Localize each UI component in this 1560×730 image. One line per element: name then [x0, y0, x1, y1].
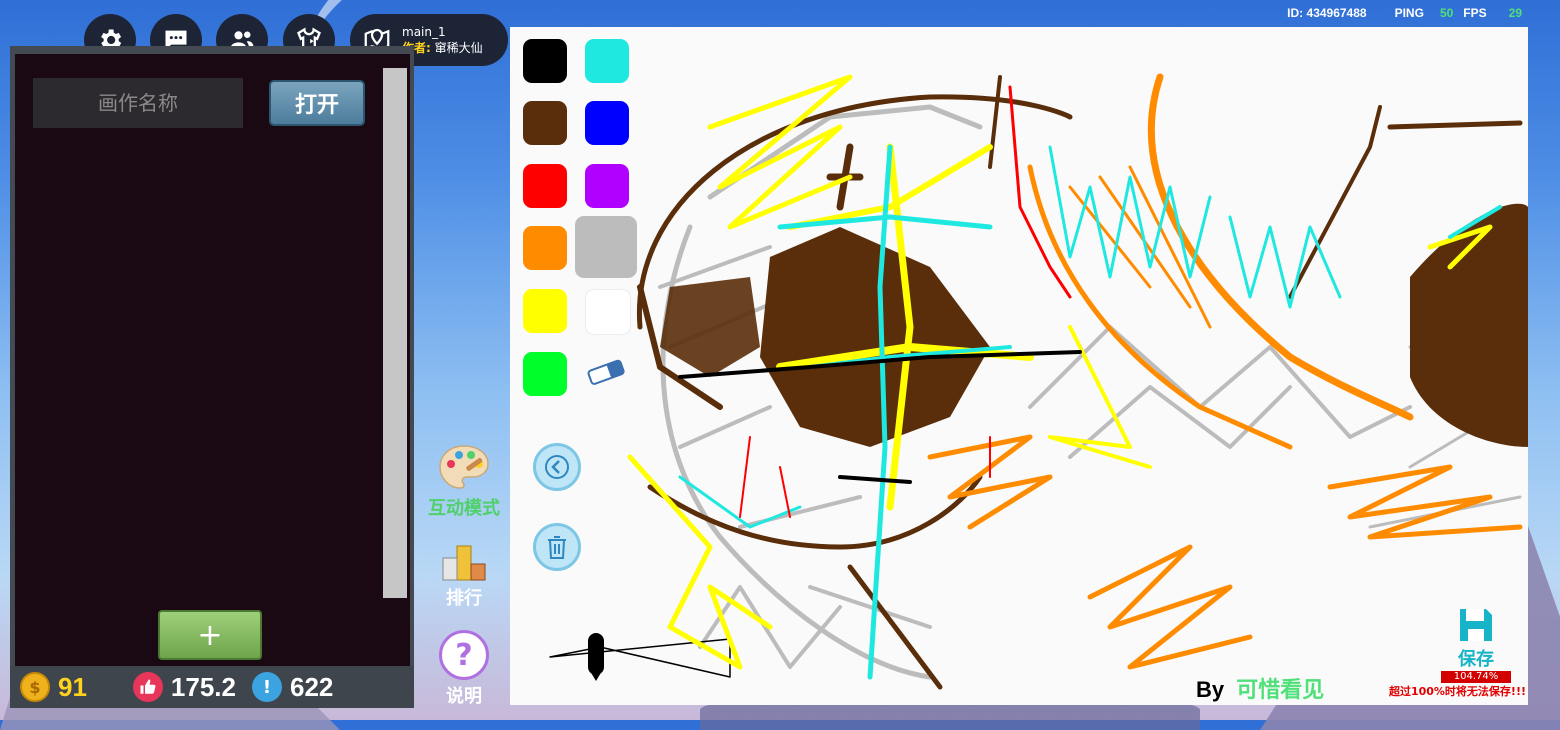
color-gray-swatch[interactable]: [575, 216, 637, 278]
fps-value: 29: [1508, 6, 1522, 20]
user-id: 434967488: [1306, 6, 1367, 20]
like-count: 175.2: [170, 671, 236, 702]
like-stat: 175.2: [132, 671, 236, 703]
color-purple-swatch[interactable]: [585, 164, 629, 208]
interactive-mode-button[interactable]: 互动模式: [420, 442, 508, 520]
help-label: 说明: [446, 686, 482, 707]
status-bar: $ 91 175.2 ! 622: [10, 666, 414, 708]
question-icon: ?: [439, 630, 489, 680]
storage-percent: 104.74%: [1441, 671, 1511, 683]
map-name: main_1: [402, 25, 446, 39]
drawing-strokes: [549, 73, 1528, 690]
color-white-swatch[interactable]: [585, 289, 631, 335]
by-label: By: [1196, 677, 1225, 702]
connection-stats: ID: 434967488 PING 50 FPS 29: [1287, 6, 1522, 20]
save-icon: [1460, 609, 1492, 641]
coin-icon: $: [20, 672, 50, 702]
ranking-label: 排行: [446, 588, 482, 609]
exclamation-icon: !: [252, 672, 282, 702]
id-label: ID:: [1287, 6, 1304, 20]
save-button[interactable]: 保存 104.74%: [1440, 605, 1512, 683]
color-red-swatch[interactable]: [523, 164, 567, 208]
color-brown-swatch[interactable]: [523, 101, 567, 145]
fps-label: FPS: [1463, 6, 1487, 20]
ping-label: PING: [1394, 6, 1424, 20]
palette-icon: [439, 445, 489, 489]
eraser-icon[interactable]: [585, 357, 629, 387]
back-icon: [545, 455, 569, 479]
add-artwork-button[interactable]: +: [158, 610, 262, 660]
coin-count: 91: [58, 671, 87, 702]
trash-icon: [548, 536, 566, 559]
author-name: 窜稀大仙: [434, 41, 483, 55]
save-warning: 超过100%时将无法保存!!!: [1388, 685, 1526, 698]
alert-stat: ! 622: [252, 672, 333, 703]
save-label: 保存: [1458, 649, 1494, 670]
open-button[interactable]: 打开: [269, 80, 365, 126]
artist-signature: By 可惜看见: [1196, 672, 1324, 704]
thumbs-up-icon: [132, 672, 163, 702]
clear-button[interactable]: [533, 523, 581, 571]
color-cyan-swatch[interactable]: [585, 39, 629, 83]
artwork-name-input[interactable]: [33, 78, 243, 128]
drawing-canvas[interactable]: By 可惜看见 保存 104.74% 超过100%时将无法保存!!!: [510, 27, 1528, 705]
brush-size-handle[interactable]: [586, 631, 606, 683]
interactive-mode-label: 互动模式: [428, 498, 500, 519]
color-black-swatch[interactable]: [523, 39, 567, 83]
scrollbar[interactable]: [383, 68, 407, 598]
back-button[interactable]: [533, 443, 581, 491]
artist-name: 可惜看见: [1236, 677, 1325, 702]
ranking-button[interactable]: 排行: [420, 542, 508, 610]
help-button[interactable]: ? 说明: [420, 630, 508, 708]
color-yellow-swatch[interactable]: [523, 289, 567, 333]
alert-count: 622: [290, 671, 334, 702]
color-orange-swatch[interactable]: [523, 226, 567, 270]
coin-stat: $ 91: [20, 672, 87, 703]
gallery-list: 打开 +: [15, 54, 410, 666]
ping-value: 50: [1439, 6, 1454, 20]
color-green-swatch[interactable]: [523, 352, 567, 396]
podium-icon: [442, 545, 486, 581]
color-blue-swatch[interactable]: [585, 101, 629, 145]
gallery-panel: 打开 +: [10, 46, 414, 670]
